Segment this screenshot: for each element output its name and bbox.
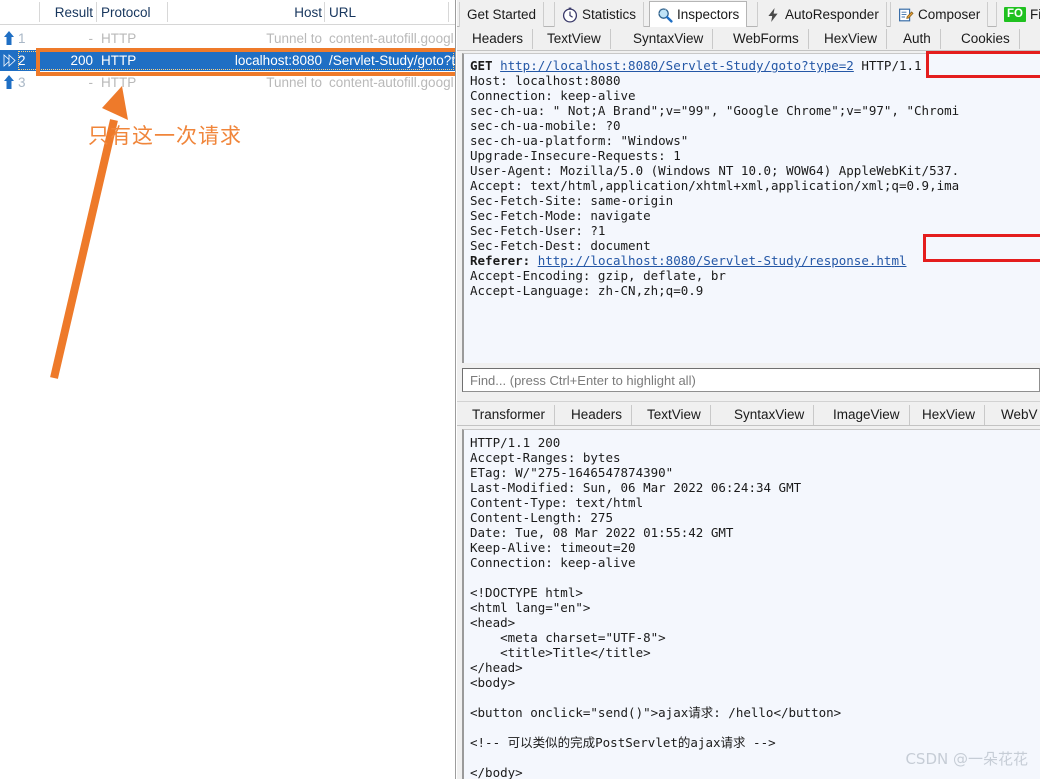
cell-result: - (88, 75, 94, 90)
tab-inspectors[interactable]: Inspectors (649, 1, 748, 28)
tab-label: Statistics (582, 7, 637, 22)
cell-protocol: HTTP (101, 53, 137, 68)
response-raw-text: HTTP/1.1 200 Accept-Ranges: bytes ETag: … (470, 435, 842, 779)
cell-protocol: HTTP (101, 75, 137, 90)
request-header-line: sec-ch-ua-platform: "Windows" (470, 133, 689, 148)
table-row[interactable]: 3 - HTTP Tunnel to content-autofill.goog… (0, 72, 455, 93)
request-url-link[interactable]: http://localhost:8080/Servlet-Study/goto… (500, 58, 854, 73)
column-header-host[interactable]: Host (170, 4, 322, 22)
tab-get-started[interactable]: Get Started (459, 2, 545, 27)
cell-result: 200 (70, 53, 93, 68)
request-header-line: Sec-Fetch-User: ?1 (470, 223, 606, 238)
session-list-header: Result Protocol Host URL (0, 0, 455, 25)
cell-url: /Servlet-Study/goto?t (329, 53, 456, 68)
tab-label: Inspectors (677, 7, 740, 22)
tab-req-more[interactable] (1030, 29, 1040, 49)
tab-label: Get Started (467, 7, 537, 22)
upload-arrow-icon (4, 75, 14, 89)
cell-url: content-autofill.googl (329, 75, 454, 90)
fiddler-window: Result Protocol Host URL 1 - HTTP Tunnel… (0, 0, 1040, 779)
tab-req-textview[interactable]: TextView (538, 29, 611, 49)
request-header-line: Host: localhost:8080 (470, 73, 621, 88)
column-separator[interactable] (167, 2, 168, 22)
table-row[interactable]: 1 - HTTP Tunnel to content-autofill.goog… (0, 28, 455, 49)
lightning-icon (768, 7, 778, 22)
row-number: 1 (18, 31, 26, 46)
arrow-right-icon (3, 54, 16, 67)
cell-host: Tunnel to (266, 31, 322, 46)
request-header-line: Connection: keep-alive (470, 88, 636, 103)
tab-composer[interactable]: Composer (890, 2, 989, 27)
tab-resp-headers[interactable]: Headers (562, 405, 633, 425)
cell-host: Tunnel to (266, 75, 322, 90)
request-header-line: sec-ch-ua: " Not;A Brand";v="99", "Googl… (470, 103, 960, 118)
tab-statistics[interactable]: Statistics (554, 2, 645, 27)
column-separator[interactable] (96, 2, 97, 22)
column-header-url[interactable]: URL (329, 4, 439, 22)
referer-url-link[interactable]: http://localhost:8080/Servlet-Study/resp… (538, 253, 907, 268)
request-header-line: Sec-Fetch-Mode: navigate (470, 208, 651, 223)
column-separator[interactable] (448, 2, 449, 22)
request-header-line: User-Agent: Mozilla/5.0 (Windows NT 10.0… (470, 163, 960, 178)
tab-resp-imageview[interactable]: ImageView (824, 405, 910, 425)
find-placeholder-text: Find... (press Ctrl+Enter to highlight a… (470, 373, 696, 388)
session-list-panel: Result Protocol Host URL 1 - HTTP Tunnel… (0, 0, 456, 779)
tab-resp-syntaxview[interactable]: SyntaxView (725, 405, 815, 425)
clock-icon (562, 7, 578, 23)
magnifier-icon (658, 7, 673, 23)
tab-resp-transformer[interactable]: Transformer (463, 405, 556, 425)
request-header-line: sec-ch-ua-mobile: ?0 (470, 118, 621, 133)
tab-resp-textview[interactable]: TextView (638, 405, 711, 425)
request-header-line: Upgrade-Insecure-Requests: 1 (470, 148, 681, 163)
cell-url: content-autofill.googl (329, 31, 454, 46)
pencil-note-icon (899, 8, 914, 21)
upload-arrow-icon (4, 31, 14, 45)
column-header-result[interactable]: Result (40, 4, 93, 22)
fo-badge-icon: FO (1004, 7, 1026, 22)
cell-protocol: HTTP (101, 31, 137, 46)
tab-req-headers[interactable]: Headers (463, 29, 534, 49)
request-headers-raw-view[interactable]: GET http://localhost:8080/Servlet-Study/… (462, 53, 1040, 363)
inspector-panel: Get Started Statistics Inspectors AutoRe… (457, 0, 1040, 779)
request-line: GET http://localhost:8080/Servlet-Study/… (470, 58, 922, 73)
cell-result: - (88, 31, 94, 46)
response-tabbar: Transformer Headers TextView SyntaxView … (457, 401, 1040, 426)
response-raw-view[interactable]: HTTP/1.1 200 Accept-Ranges: bytes ETag: … (462, 429, 1040, 779)
row-number: 2 (18, 53, 26, 68)
tab-label: AutoResponder (785, 7, 879, 22)
request-header-line: Sec-Fetch-Site: same-origin (470, 193, 674, 208)
tab-label: Composer (918, 7, 981, 22)
request-header-line: Accept-Encoding: gzip, deflate, br (470, 268, 726, 283)
tab-resp-hexview[interactable]: HexView (913, 405, 986, 425)
watermark-text: CSDN @一朵花花 (905, 750, 1028, 768)
tab-fiddlerscript[interactable]: FO Fid (996, 2, 1040, 27)
request-header-line: Sec-Fetch-Dest: document (470, 238, 651, 253)
table-row[interactable]: 2 200 HTTP localhost:8080 /Servlet-Study… (0, 50, 456, 71)
cell-host: localhost:8080 (234, 53, 322, 68)
tab-req-auth[interactable]: Auth (894, 29, 941, 49)
tab-resp-webview[interactable]: WebV (992, 405, 1040, 425)
tab-label: Fid (1029, 7, 1040, 22)
find-input[interactable]: Find... (press Ctrl+Enter to highlight a… (462, 368, 1040, 392)
request-header-line: Accept-Language: zh-CN,zh;q=0.9 (470, 283, 704, 298)
tab-autoresponder[interactable]: AutoResponder (757, 2, 887, 27)
main-tabbar: Get Started Statistics Inspectors AutoRe… (457, 0, 1040, 28)
tab-req-hexview[interactable]: HexView (815, 29, 888, 49)
request-tabbar: Headers TextView SyntaxView WebForms Hex… (457, 27, 1040, 51)
request-raw-text: GET http://localhost:8080/Servlet-Study/… (470, 58, 1040, 298)
request-referer-line: Referer: http://localhost:8080/Servlet-S… (470, 253, 907, 268)
request-header-line: Accept: text/html,application/xhtml+xml,… (470, 178, 960, 193)
annotation-note-text: 只有这一次请求 (88, 124, 242, 148)
tab-req-webforms[interactable]: WebForms (724, 29, 809, 49)
column-header-protocol[interactable]: Protocol (101, 4, 165, 22)
column-separator[interactable] (324, 2, 325, 22)
tab-req-syntaxview[interactable]: SyntaxView (624, 29, 714, 49)
tab-req-cookies[interactable]: Cookies (952, 29, 1020, 49)
row-number: 3 (18, 75, 26, 90)
